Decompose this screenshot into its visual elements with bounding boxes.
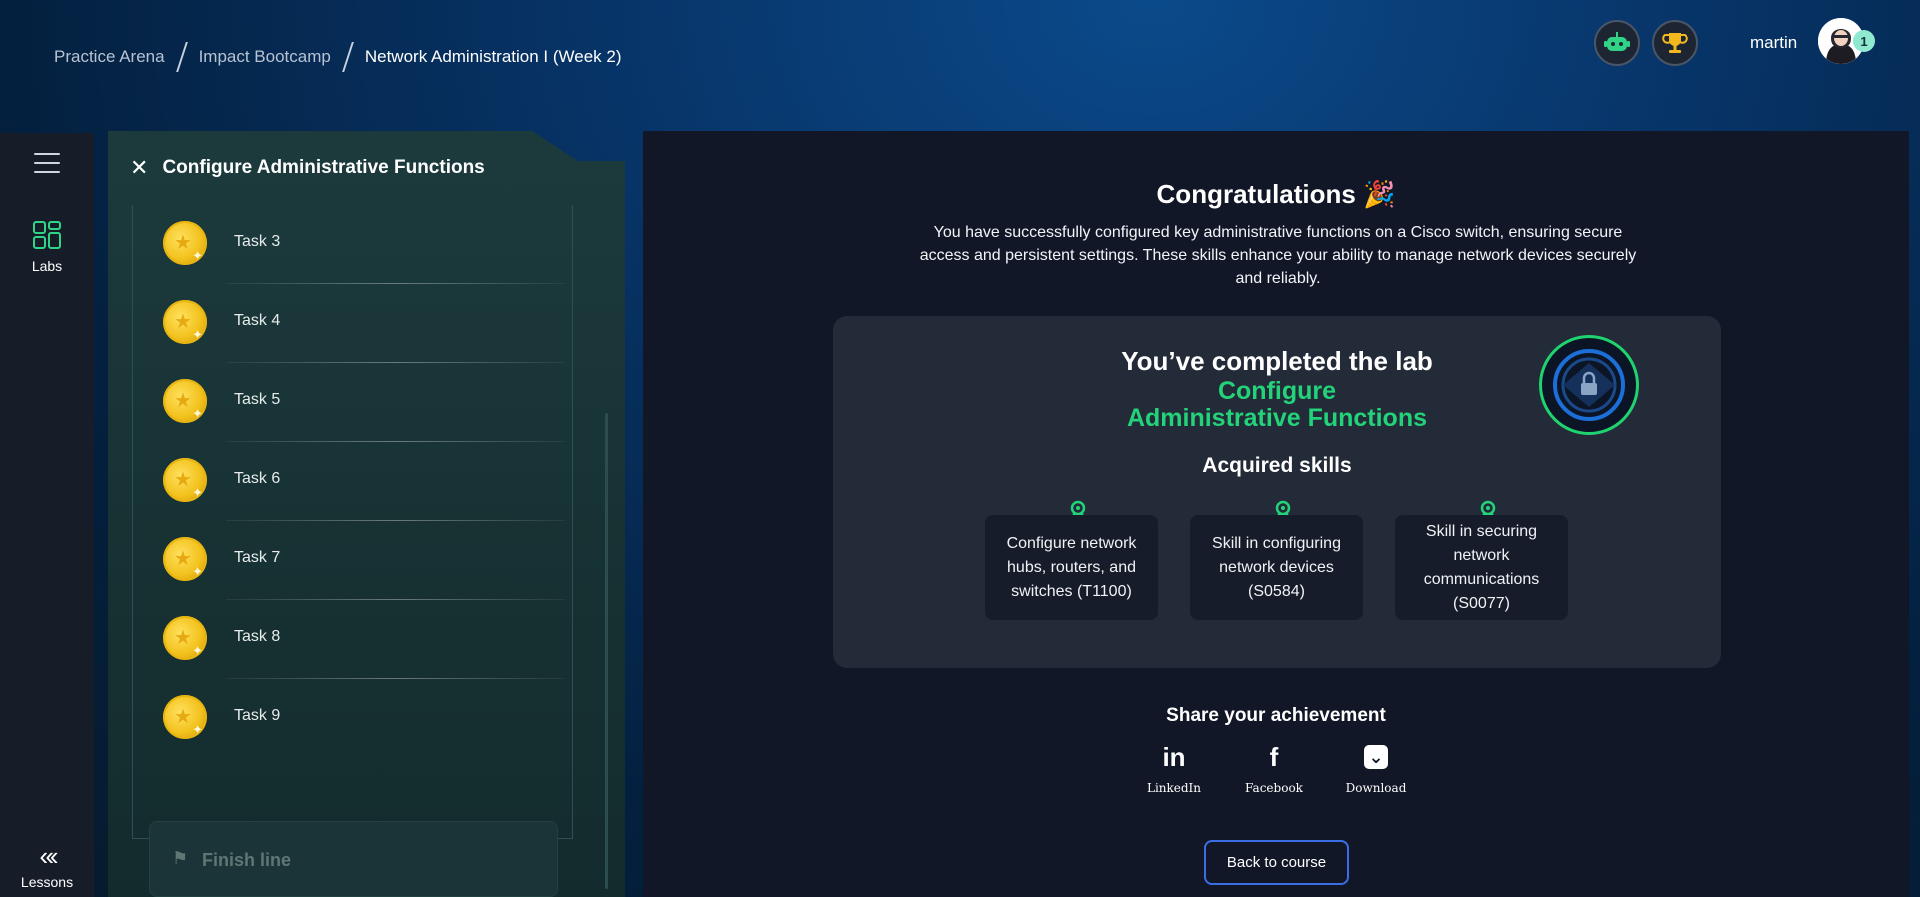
coin-icon: ★ — [163, 537, 207, 581]
congrats-description: You have successfully configured key adm… — [919, 224, 1637, 287]
breadcrumb-current-course: Network Administration I (Week 2) — [364, 47, 622, 66]
task-label: Task 8 — [234, 628, 281, 645]
rail-item-labs-label: Labs — [31, 258, 63, 274]
download-icon: ⌄ — [1331, 739, 1421, 775]
task-item[interactable]: ★ Task 4 — [133, 284, 565, 363]
breadcrumb-impact-bootcamp[interactable]: Impact Bootcamp — [199, 47, 331, 67]
facebook-icon: f — [1269, 741, 1279, 772]
coin-icon: ★ — [163, 695, 207, 739]
task-item[interactable]: ★ Task 5 — [133, 363, 565, 442]
username[interactable]: martin — [1750, 33, 1797, 53]
panel-title: Configure Administrative Functions — [162, 157, 485, 178]
chevrons-left-icon: «‹ — [39, 841, 58, 871]
lab-badge — [1539, 335, 1639, 435]
share-facebook-button[interactable]: f Facebook — [1229, 739, 1319, 796]
task-item[interactable]: ★ Task 9 — [133, 679, 565, 758]
task-list-scrollbar[interactable] — [605, 413, 608, 889]
breadcrumb-separator — [341, 42, 354, 72]
coin-icon: ★ — [163, 221, 207, 265]
task-label: Task 3 — [234, 233, 281, 250]
share-title: Share your achievement — [1166, 705, 1386, 726]
skill-card: Skill in securing network communications… — [1395, 515, 1568, 620]
download-glyph: ⌄ — [1364, 745, 1388, 769]
completion-card: You’ve completed the lab Configure Admin… — [833, 316, 1721, 668]
close-icon[interactable]: ✕ — [130, 155, 148, 181]
acquired-skills-title: Acquired skills — [1202, 454, 1352, 477]
task-item[interactable]: ★ Task 3 — [133, 205, 565, 284]
finish-line[interactable]: ⚑ Finish line — [149, 821, 558, 897]
breadcrumb: Practice Arena Impact Bootcamp Network A… — [54, 42, 622, 72]
leaderboard-button[interactable] — [1652, 20, 1698, 66]
main-content: Congratulations 🎉 You have successfully … — [643, 131, 1909, 897]
menu-icon[interactable] — [34, 153, 60, 173]
skill-card: Configure network hubs, routers, and swi… — [985, 515, 1158, 620]
rail-item-lessons-label: Lessons — [20, 874, 74, 890]
task-item[interactable]: ★ Task 7 — [133, 521, 565, 600]
congrats-title: Congratulations 🎉 — [1156, 179, 1396, 209]
share-linkedin-label: LinkedIn — [1146, 781, 1202, 795]
robot-icon — [1604, 32, 1630, 51]
top-bar: Practice Arena Impact Bootcamp Network A… — [0, 0, 1920, 130]
lock-badge-icon — [1553, 349, 1625, 421]
share-download-label: Download — [1345, 781, 1407, 795]
flag-icon: ⚑ — [172, 848, 189, 868]
task-item[interactable]: ★ Task 6 — [133, 442, 565, 521]
breadcrumb-practice-arena[interactable]: Practice Arena — [54, 47, 165, 67]
share-facebook-label: Facebook — [1245, 781, 1303, 795]
rail-item-labs[interactable]: Labs — [0, 221, 94, 274]
trophy-icon — [1662, 33, 1688, 53]
panel-header: ✕ Configure Administrative Functions — [130, 155, 485, 181]
linkedin-icon: in — [1162, 741, 1186, 772]
skill-card: Skill in configuring network devices (S0… — [1190, 515, 1363, 620]
left-rail: Labs «‹ Lessons — [0, 133, 94, 897]
task-item[interactable]: ★ Task 8 — [133, 600, 565, 679]
task-label: Task 7 — [234, 549, 281, 566]
rail-item-lessons[interactable]: «‹ Lessons — [0, 841, 94, 890]
grid-icon — [33, 221, 61, 249]
coin-icon: ★ — [163, 379, 207, 423]
coin-icon: ★ — [163, 300, 207, 344]
coin-icon: ★ — [163, 458, 207, 502]
share-download-button[interactable]: ⌄ Download — [1331, 739, 1421, 795]
task-panel: ✕ Configure Administrative Functions ★ T… — [108, 131, 625, 897]
task-label: Task 4 — [234, 312, 281, 329]
header-actions — [1594, 20, 1698, 66]
task-label: Task 9 — [234, 707, 281, 724]
task-label: Task 6 — [234, 470, 281, 487]
breadcrumb-separator — [175, 42, 188, 72]
back-to-course-button[interactable]: Back to course — [1204, 840, 1349, 885]
share-linkedin-button[interactable]: in LinkedIn — [1129, 739, 1219, 796]
task-list: ★ Task 3 ★ Task 4 ★ Task 5 ★ Task 6 ★ Ta… — [132, 205, 573, 897]
task-label: Task 5 — [234, 391, 281, 408]
notification-badge: 1 — [1853, 30, 1875, 52]
finish-line-label: Finish line — [202, 850, 292, 870]
assistant-button[interactable] — [1594, 20, 1640, 66]
coin-icon: ★ — [163, 616, 207, 660]
